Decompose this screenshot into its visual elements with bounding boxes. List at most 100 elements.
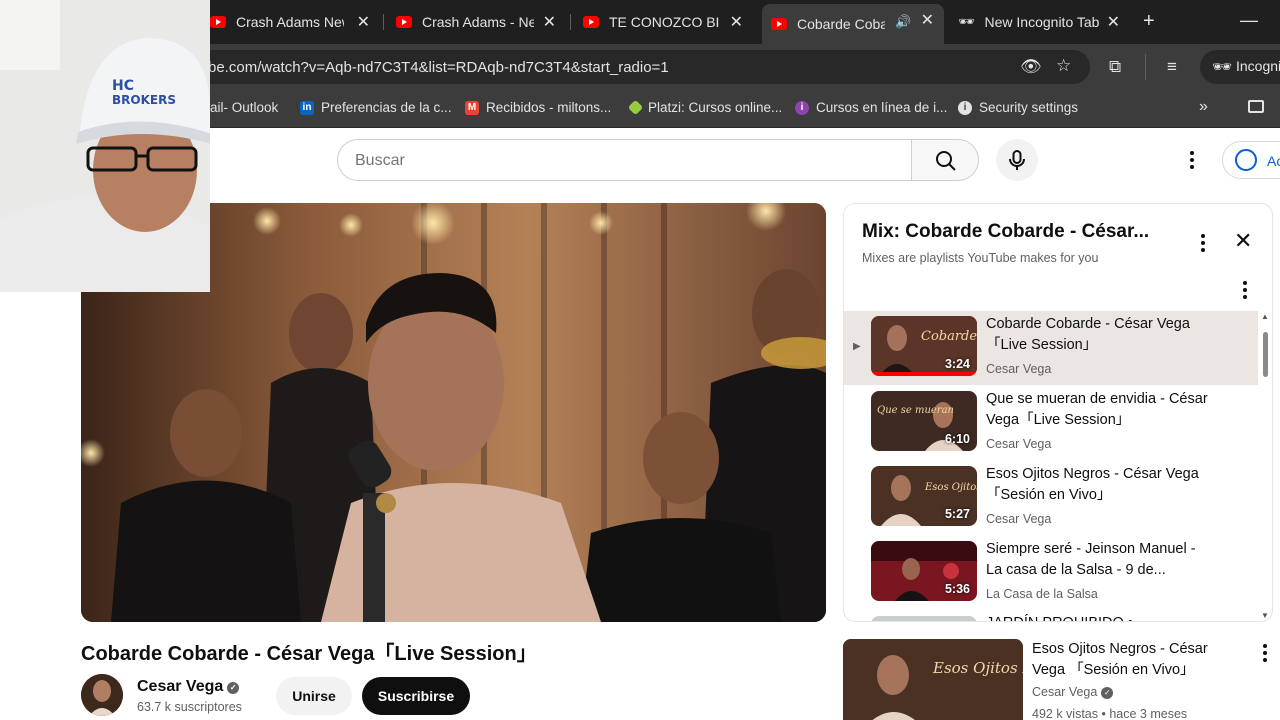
new-tab-plus-icon[interactable]: + — [1143, 10, 1155, 33]
bookmark-outlook[interactable]: ail- Outlook — [210, 100, 278, 115]
search-button[interactable] — [911, 139, 979, 181]
incognito-profile-button[interactable]: 🕶 Incogni — [1200, 50, 1280, 84]
bookmark-security-settings[interactable]: i Security settings — [958, 100, 1078, 115]
video-duration: 3:24 — [944, 357, 970, 371]
video-duration: 5:27 — [944, 507, 970, 521]
playlist-item-title: Esos Ojitos Negros - César Vega「Sesión e… — [986, 466, 1199, 503]
recommended-meta: 492 k vistas • hace 3 meses — [1032, 707, 1188, 720]
search-placeholder: Buscar — [355, 152, 405, 169]
bookmarks-folder-icon[interactable] — [1248, 100, 1264, 113]
speaker-audio-icon[interactable]: 🔊 — [895, 14, 911, 30]
playlist-scrollbar[interactable]: ▲ ▼ — [1260, 312, 1270, 620]
address-bar[interactable]: be.com/watch?v=Aqb-nd7C3T4&list=RDAqb-nd… — [150, 50, 1090, 84]
tab-crash-adams-1[interactable]: Crash Adams New I ✕ — [210, 6, 380, 38]
playlist-item[interactable]: Esos Ojitos 5:27 Esos Ojitos Negros - Cé… — [844, 461, 1258, 535]
account-icon — [1235, 149, 1257, 171]
playlist-actions-more-icon[interactable] — [1243, 281, 1247, 302]
bookmark-gmail[interactable]: M Recibidos - miltons... — [465, 100, 611, 115]
youtube-favicon-icon — [210, 16, 226, 28]
playlist-subtitle: Mixes are playlists YouTube makes for yo… — [862, 251, 1099, 265]
verified-check-icon: ✓ — [227, 682, 240, 694]
bookmark-label: Recibidos - miltons... — [486, 100, 612, 115]
tab-cobarde-cobarde[interactable]: Cobarde Cobarde 🔊 ✕ — [762, 4, 944, 44]
incognito-icon: 🕶 — [1212, 59, 1233, 76]
sign-in-label: Ac — [1267, 153, 1280, 169]
verified-check-icon: ✓ — [1101, 687, 1114, 699]
playlist-thumbnail: Esos Ojitos 5:27 — [871, 466, 977, 526]
tab-close-icon[interactable]: ✕ — [357, 12, 370, 32]
voice-search-button[interactable] — [996, 139, 1038, 181]
tab-close-icon[interactable]: ✕ — [543, 12, 556, 32]
sign-in-button[interactable]: Ac — [1222, 141, 1280, 179]
playlist-item[interactable]: JARDÍN PROHIBIDO • — [844, 611, 1258, 621]
webcam-overlay: HC BROKERS — [0, 0, 210, 292]
tab-close-icon[interactable]: ✕ — [1107, 12, 1120, 32]
recommended-more-icon[interactable] — [1263, 644, 1267, 665]
scrollbar-thumb[interactable] — [1263, 332, 1268, 377]
incognito-label: Incogni — [1236, 58, 1280, 74]
recommended-title[interactable]: Esos Ojitos Negros - César Vega 「Sesión … — [1032, 639, 1242, 681]
tab-divider — [383, 14, 384, 30]
playlist-item[interactable]: Que se mueran 6:10 Que se mueran de envi… — [844, 386, 1258, 460]
video-duration: 5:36 — [944, 582, 970, 596]
svg-text:Cobarde: Cobarde — [921, 329, 977, 344]
channel-avatar[interactable] — [81, 674, 123, 716]
video-duration: 6:10 — [944, 432, 970, 446]
webcam-image: HC BROKERS — [0, 0, 210, 292]
search-input[interactable]: Buscar — [337, 139, 912, 181]
info-icon: i — [958, 100, 972, 115]
playlist-thumbnail: Que se mueran 6:10 — [871, 391, 977, 451]
toolbar-divider — [1145, 54, 1146, 80]
subscribe-button[interactable]: Suscribirse — [362, 677, 470, 715]
url-text: be.com/watch?v=Aqb-nd7C3T4&list=RDAqb-nd… — [208, 59, 669, 76]
playlist-item[interactable]: ▶ Cobarde 3:24 Cobarde Cobarde - César V… — [844, 311, 1258, 385]
now-playing-icon: ▶ — [853, 341, 861, 352]
tab-te-conozco-bien[interactable]: TE CONOZCO BIEN ✕ — [583, 6, 753, 38]
tab-title: TE CONOZCO BIEN — [609, 14, 719, 30]
recommended-channel[interactable]: Cesar Vega ✓ — [1032, 685, 1114, 699]
incognito-icon: 🕶 — [958, 14, 975, 29]
tab-close-icon[interactable]: ✕ — [921, 10, 934, 30]
playlist-thumbnail: 5:36 — [871, 541, 977, 601]
join-button[interactable]: Unirse — [276, 677, 352, 715]
eye-slash-icon[interactable]: 👁 — [1020, 57, 1042, 77]
tab-close-icon[interactable]: ✕ — [730, 12, 743, 32]
playlist-item-channel: Cesar Vega — [986, 362, 1052, 376]
bookmark-label: Security settings — [979, 100, 1079, 115]
settings-more-icon[interactable] — [1190, 151, 1194, 172]
bookmark-label: Platzi: Cursos online... — [648, 100, 783, 115]
close-playlist-icon[interactable]: ✕ — [1234, 228, 1252, 254]
linkedin-icon: in — [300, 100, 314, 115]
playlist-item-title: JARDÍN PROHIBIDO • — [986, 613, 1211, 621]
media-controls-icon[interactable]: ≡ — [1167, 57, 1177, 77]
playlist-more-icon[interactable] — [1201, 234, 1205, 255]
channel-avatar-image — [81, 674, 123, 716]
cast-search-icon[interactable]: ⧉ — [1109, 57, 1121, 77]
scroll-down-icon[interactable]: ▼ — [1261, 611, 1269, 620]
tab-title: Cobarde Cobarde — [797, 16, 885, 32]
playlist-item-channel: La Casa de la Salsa — [986, 587, 1098, 601]
bookmark-cursos[interactable]: i Cursos en línea de i... — [795, 100, 947, 115]
svg-text:BROKERS: BROKERS — [112, 93, 176, 107]
playlist-item-channel: Cesar Vega — [986, 437, 1052, 451]
recommended-thumbnail[interactable]: Esos Ojitos Negros — [843, 639, 1023, 720]
tab-divider — [570, 14, 571, 30]
recommended-channel-text: Cesar Vega — [1032, 685, 1098, 699]
tab-new-incognito[interactable]: 🕶 New Incognito Tab ✕ — [958, 6, 1130, 38]
bookmark-platzi[interactable]: Platzi: Cursos online... — [627, 99, 783, 116]
svg-text:Que se mueran: Que se mueran — [877, 405, 954, 416]
playlist-item-channel: Cesar Vega — [986, 512, 1052, 526]
channel-name[interactable]: Cesar Vega ✓ — [137, 678, 240, 696]
bookmark-linkedin[interactable]: in Preferencias de la c... — [300, 100, 452, 115]
minimize-window-icon[interactable]: — — [1240, 10, 1258, 31]
scroll-up-icon[interactable]: ▲ — [1261, 312, 1269, 321]
youtube-favicon-icon — [583, 16, 599, 28]
gmail-icon: M — [465, 100, 479, 115]
playlist-item[interactable]: 5:36 Siempre seré - Jeinson Manuel - La … — [844, 536, 1258, 610]
bookmark-label: Cursos en línea de i... — [816, 100, 948, 115]
tab-title: Crash Adams - New — [422, 14, 534, 30]
bookmark-label: ail- Outlook — [210, 100, 279, 115]
tab-crash-adams-2[interactable]: Crash Adams - New ✕ — [396, 6, 566, 38]
more-bookmarks-chevron-icon[interactable]: » — [1199, 98, 1208, 116]
bookmark-star-icon[interactable]: ☆ — [1056, 56, 1071, 76]
